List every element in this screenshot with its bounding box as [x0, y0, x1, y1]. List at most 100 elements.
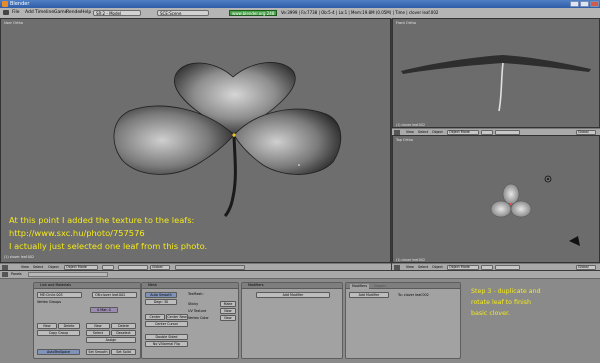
viewport-main[interactable]: User Ortho At this point I added the tex… — [0, 18, 391, 263]
material-select-button[interactable]: Select — [86, 330, 110, 336]
front-orientation[interactable]: Global — [576, 130, 596, 135]
clover-top-leaves — [490, 183, 532, 218]
front-mode-selector[interactable]: Object Mode — [447, 130, 479, 135]
front-draw-type[interactable] — [481, 130, 493, 135]
material-new-button[interactable]: New — [86, 323, 110, 329]
autotexspace-toggle[interactable]: AutoTexSpace — [37, 349, 80, 355]
clover-front-view — [401, 55, 591, 112]
center-button[interactable]: Center — [145, 314, 165, 320]
material-assign-button[interactable]: Assign — [86, 337, 136, 343]
panels-menu[interactable]: Panels — [11, 272, 22, 277]
mesh-name-field[interactable]: ME:Circle.003 — [37, 292, 82, 298]
editor-type-icon[interactable] — [394, 265, 400, 270]
annotation-line3: I actually just selected one leaf from t… — [9, 241, 208, 251]
degr-field[interactable]: Degr: 30 — [145, 299, 177, 305]
viewport-top-header: View Select Object Object Mode Global — [392, 263, 600, 270]
clover-model — [113, 62, 342, 218]
vgroup-delete-button[interactable]: Delete — [58, 323, 80, 329]
light-point — [298, 164, 300, 166]
object-origin — [232, 133, 236, 137]
step-note-line1: Step 3 - duplicate and — [471, 288, 541, 295]
transform-orientation[interactable]: Global — [150, 265, 170, 270]
editor-type-icon[interactable] — [3, 10, 9, 15]
material-deselect-button[interactable]: Deselect — [111, 330, 136, 336]
maximize-button[interactable] — [580, 1, 589, 7]
top-orientation[interactable]: Global — [576, 265, 596, 270]
panel-link-materials-header[interactable]: Link and Materials — [34, 283, 140, 289]
close-button[interactable] — [590, 1, 599, 7]
set-solid-button[interactable]: Set Solid — [111, 349, 136, 355]
screen-selector[interactable]: SR:2 - Model — [93, 9, 141, 16]
add-modifier-button[interactable]: Add Modifier — [256, 292, 330, 298]
minimize-button[interactable] — [570, 1, 579, 7]
clover-leaf-edge — [401, 55, 591, 74]
vgroup-new-button[interactable]: New — [37, 323, 57, 329]
sticky-make-button[interactable]: Make — [220, 301, 236, 307]
menu-view[interactable]: View — [21, 265, 29, 270]
panel-mesh-header[interactable]: Mesh — [142, 283, 238, 289]
sticky-label: Sticky — [188, 302, 199, 306]
layer-buttons[interactable] — [175, 265, 245, 270]
uv-texture-label: UV Texture — [188, 309, 207, 313]
viewport-main-object-label: (1) clover leaf.002 — [4, 255, 35, 259]
auto-smooth-toggle[interactable]: Auto Smooth — [145, 292, 177, 298]
top-draw-type[interactable] — [481, 265, 493, 270]
tab-modifiers[interactable]: Modifiers — [350, 284, 370, 289]
front-menu-view[interactable]: View — [406, 130, 414, 135]
vcol-new-button[interactable]: New — [220, 315, 236, 321]
mode-selector[interactable]: Object Mode — [64, 265, 98, 270]
context-buttons[interactable] — [28, 272, 108, 277]
object-name-field[interactable]: OB:clover leaf.002 — [92, 292, 137, 298]
panel-modifiers-shapes-header: Modifiers Shapes — [346, 283, 460, 289]
clover-stem-front — [498, 62, 504, 112]
viewport-front[interactable]: Front Ortho (1) clover leaf.002 — [392, 18, 600, 128]
annotation-line1: At this point I added the texture to the… — [9, 215, 195, 225]
menu-help[interactable]: Help — [81, 10, 91, 15]
menu-object[interactable]: Object — [48, 265, 59, 270]
panel-modifiers-header[interactable]: Modifiers — [242, 283, 342, 289]
top-menu-select[interactable]: Select — [418, 265, 428, 270]
uv-new-button[interactable]: New — [220, 308, 236, 314]
top-pivot[interactable] — [495, 265, 520, 270]
texmesh-label: TexMesh: — [188, 292, 204, 296]
viewport-front-object-label: (1) clover leaf.002 — [396, 123, 426, 127]
window-titlebar: Blender — [0, 0, 600, 8]
copy-group-button[interactable]: Copy Group — [37, 330, 80, 336]
top-mode-selector[interactable]: Object Mode — [447, 265, 479, 270]
material-index-field[interactable]: 0 Mat: 0 — [90, 307, 118, 313]
add-modifier-button-2[interactable]: Add Modifier — [349, 292, 389, 298]
menu-file[interactable]: File — [12, 10, 20, 15]
scene-selector[interactable]: SCE:Scene — [157, 9, 209, 16]
buttons-window: Panels Link and Materials ME:Circle.003 … — [0, 271, 600, 363]
front-menu-object[interactable]: Object — [432, 130, 443, 135]
annotation-line2: http://www.sxc.hu/photo/757576 — [9, 228, 145, 238]
viewport-main-header: View Select Object Object Mode Global — [0, 263, 391, 270]
menu-render[interactable]: Render — [66, 10, 82, 15]
step-note-line3: basic clover. — [471, 310, 511, 317]
panel-modifiers-shapes: Modifiers Shapes Add Modifier To: clover… — [345, 282, 461, 359]
pivot-selector[interactable] — [118, 265, 148, 270]
editor-type-icon[interactable] — [2, 272, 8, 277]
center-new-button[interactable]: Center New — [166, 314, 188, 320]
double-sided-toggle[interactable]: Double Sided — [145, 334, 188, 340]
viewport-top[interactable]: Top Ortho (1) clover leaf.002 — [392, 135, 600, 263]
front-pivot[interactable] — [495, 130, 520, 135]
menu-timeline[interactable]: Timeline — [35, 10, 54, 15]
material-delete-button[interactable]: Delete — [111, 323, 136, 329]
set-smooth-button[interactable]: Set Smooth — [86, 349, 110, 355]
menu-select[interactable]: Select — [33, 265, 43, 270]
no-vnormal-flip-toggle[interactable]: No V.Normal Flip — [145, 341, 188, 347]
vertex-color-label: Vertex Color — [188, 316, 209, 320]
editor-type-icon[interactable] — [394, 130, 400, 135]
top-menu-object[interactable]: Object — [432, 265, 443, 270]
menu-add[interactable]: Add — [25, 10, 34, 15]
front-menu-select[interactable]: Select — [418, 130, 428, 135]
tab-shapes[interactable]: Shapes — [372, 284, 388, 289]
center-cursor-button[interactable]: Center Cursor — [145, 321, 188, 327]
clover-top-view — [490, 175, 580, 246]
top-menu-view[interactable]: View — [406, 265, 414, 270]
camera-icon — [569, 236, 580, 246]
draw-type-selector[interactable] — [102, 265, 114, 270]
window-title: Blender — [10, 1, 30, 7]
editor-type-icon[interactable] — [2, 265, 8, 270]
